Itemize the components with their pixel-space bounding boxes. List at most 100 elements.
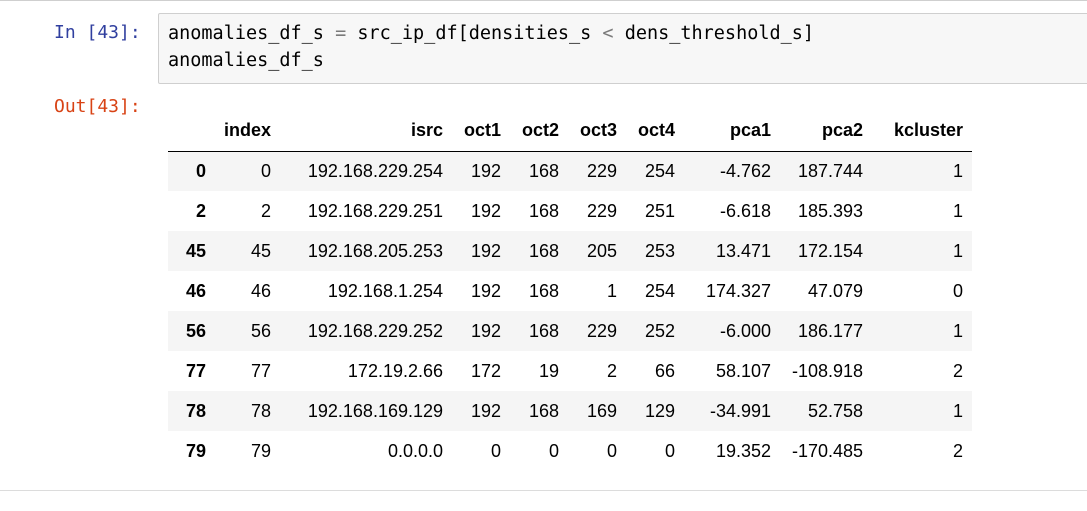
table-cell: -4.762 (719, 160, 772, 181)
table-cell: 0 (491, 440, 502, 461)
column-header: isrc (280, 111, 453, 152)
row-label: 79 (185, 440, 206, 461)
column-header: index (215, 111, 281, 152)
table-cell: 229 (586, 200, 618, 221)
table-cell: -108.918 (791, 360, 864, 381)
column-header: oct2 (510, 111, 569, 152)
table-cell: 174.327 (705, 280, 772, 301)
table-header-row: index isrc oct1 oct2 oct3 oct4 pca1 pca2… (168, 111, 973, 152)
row-label: 2 (195, 200, 206, 221)
table-cell: 205 (586, 240, 618, 261)
table-cell: 45 (250, 240, 272, 261)
code-line-1[interactable]: anomalies_df_s = src_ip_df[densities_s <… (168, 23, 814, 44)
table-cell: 192 (470, 400, 502, 421)
table-cell: 1 (953, 320, 964, 341)
table-cell: 172 (470, 360, 502, 381)
table-cell: 0 (953, 280, 964, 301)
table-cell: -34.991 (709, 400, 772, 421)
table-cell: 1 (607, 280, 618, 301)
notebook-cell[interactable]: In [43]: anomalies_df_s = src_ip_df[dens… (0, 0, 1087, 511)
table-cell: 129 (644, 400, 676, 421)
table-cell: 1 (953, 200, 964, 221)
table-cell: 192 (470, 200, 502, 221)
code-token-assign: = (335, 23, 347, 44)
table-cell: 192.168.229.254 (307, 160, 444, 181)
table-cell: 172.154 (797, 240, 864, 261)
table-cell: 2 (953, 360, 964, 381)
table-cell: 229 (586, 320, 618, 341)
table-cell: 19.352 (715, 440, 772, 461)
table-cell: 192 (470, 320, 502, 341)
table-cell: 168 (528, 400, 560, 421)
table-cell: 2 (261, 200, 272, 221)
table-cell: 2 (607, 360, 618, 381)
table-cell: 192.168.169.129 (307, 400, 444, 421)
column-header: oct3 (568, 111, 627, 152)
cell-bottom-border (0, 490, 1087, 491)
table-cell: 77 (250, 360, 272, 381)
table-cell: 192.168.1.254 (327, 280, 444, 301)
table-cell: 0 (607, 440, 618, 461)
table-row: 78 78 192.168.169.129 192 168 169 129 -34.991 52… (168, 391, 973, 431)
table-row: 56 56 192.168.229.252 192 168 229 252 -6.000 186… (168, 311, 973, 351)
code-editor[interactable]: anomalies_df_s = src_ip_df[densities_s <… (158, 13, 1087, 84)
table-row: 46 46 192.168.1.254 192 168 1 254 174.327 47.079… (168, 271, 973, 311)
table-cell: 0 (665, 440, 676, 461)
output-prompt: Out[43]: (54, 96, 141, 117)
table-cell: 168 (528, 200, 560, 221)
row-label: 45 (185, 240, 206, 261)
table-cell: -170.485 (791, 440, 864, 461)
header-row-label (168, 111, 215, 152)
column-header: oct4 (626, 111, 685, 152)
table-row: 77 77 172.19.2.66 172 19 2 66 58.107 -108.918 2 (168, 351, 973, 391)
table-cell: 1 (953, 400, 964, 421)
table-cell: 1 (953, 240, 964, 261)
table-cell: 19 (538, 360, 560, 381)
row-label: 77 (185, 360, 206, 381)
table-cell: 185.393 (797, 200, 864, 221)
table-cell: 253 (644, 240, 676, 261)
code-line-2[interactable]: anomalies_df_s (168, 50, 324, 71)
table-cell: 0 (261, 160, 272, 181)
table-cell: 192.168.205.253 (307, 240, 444, 261)
row-label: 78 (185, 400, 206, 421)
table-cell: 254 (644, 280, 676, 301)
table-cell: 168 (528, 320, 560, 341)
row-label: 56 (185, 320, 206, 341)
table-cell: 58.107 (715, 360, 772, 381)
table-cell: 192 (470, 160, 502, 181)
table-cell: 192 (470, 280, 502, 301)
column-header: pca2 (780, 111, 873, 152)
table-cell: 251 (644, 200, 676, 221)
table-cell: 168 (528, 240, 560, 261)
table-cell: 2 (953, 440, 964, 461)
table-cell: 172.19.2.66 (347, 360, 444, 381)
code-token-expr: src_ip_df[densities_s (357, 23, 592, 44)
table-row: 0 0 192.168.229.254 192 168 229 254 -4.762 187.7… (168, 151, 973, 191)
row-label: 46 (185, 280, 206, 301)
dataframe-table: index isrc oct1 oct2 oct3 oct4 pca1 pca2… (168, 111, 973, 471)
table-cell: 168 (528, 280, 560, 301)
table-cell: 192.168.229.252 (307, 320, 444, 341)
column-header: pca1 (684, 111, 781, 152)
table-row: 79 79 0.0.0.0 0 0 0 0 19.352 -170.485 2 (168, 431, 973, 471)
table-cell: 192 (470, 240, 502, 261)
table-cell: 13.471 (715, 240, 772, 261)
table-row: 2 2 192.168.229.251 192 168 229 251 -6.618 185.3… (168, 191, 973, 231)
table-cell: 78 (250, 400, 272, 421)
table-cell: 192.168.229.251 (307, 200, 444, 221)
table-cell: -6.618 (719, 200, 772, 221)
table-cell: 186.177 (797, 320, 864, 341)
table-cell: 47.079 (807, 280, 864, 301)
table-row: 45 45 192.168.205.253 192 168 205 253 13.471 172… (168, 231, 973, 271)
table-cell: 52.758 (807, 400, 864, 421)
column-header: oct1 (452, 111, 511, 152)
table-cell: 56 (250, 320, 272, 341)
table-cell: 66 (654, 360, 676, 381)
table-cell: 169 (586, 400, 618, 421)
input-prompt: In [43]: (54, 22, 141, 43)
table-cell: 0 (549, 440, 560, 461)
table-cell: 1 (953, 160, 964, 181)
table-cell: 46 (250, 280, 272, 301)
code-token-compare: < (602, 23, 614, 44)
